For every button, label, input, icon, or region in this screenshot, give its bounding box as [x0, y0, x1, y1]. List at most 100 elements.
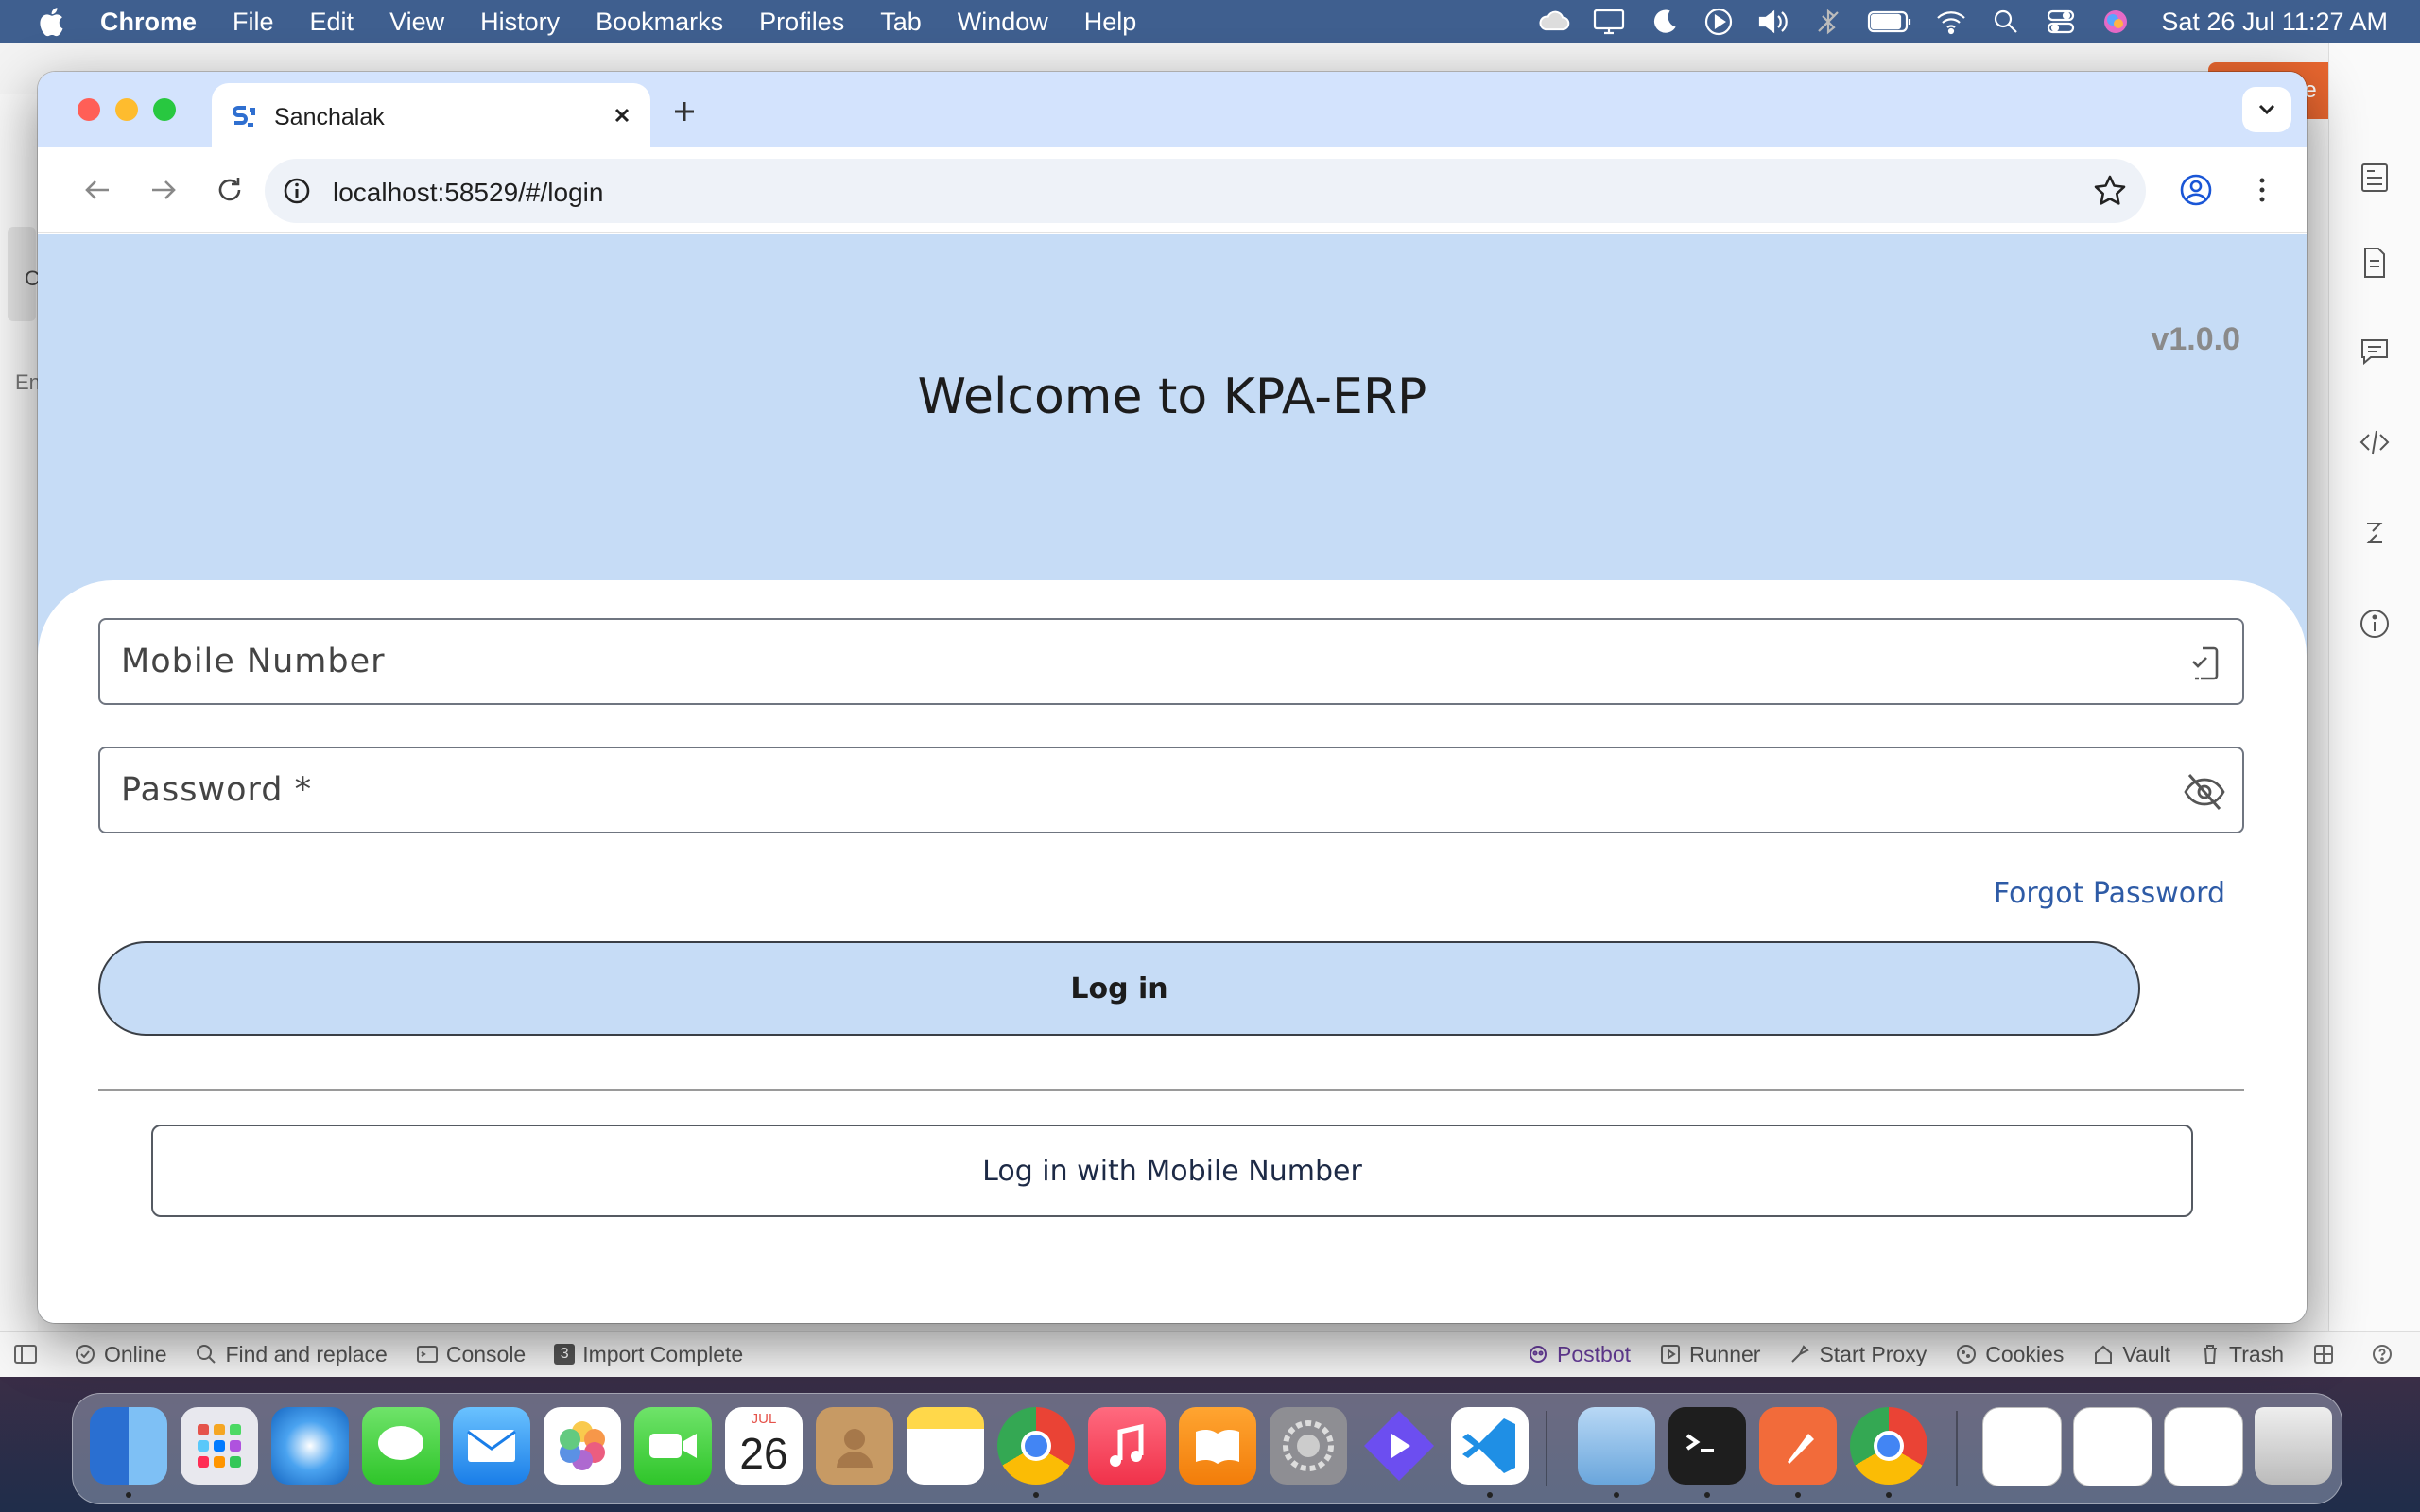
menu-bar: Chrome File Edit View History Bookmarks …	[0, 0, 2420, 43]
postman-icon[interactable]	[1759, 1407, 1837, 1485]
menu-profiles[interactable]: Profiles	[759, 8, 844, 37]
code-icon[interactable]	[2358, 425, 2392, 459]
status-cookies[interactable]: Cookies	[1955, 1342, 2064, 1367]
menu-history[interactable]: History	[480, 8, 560, 37]
mail-icon[interactable]	[453, 1407, 530, 1485]
site-info-icon[interactable]	[280, 174, 314, 208]
menu-bookmarks[interactable]: Bookmarks	[596, 8, 723, 37]
menu-edit[interactable]: Edit	[310, 8, 354, 37]
status-runner-label: Runner	[1689, 1341, 1761, 1366]
status-console[interactable]: Console	[416, 1342, 526, 1367]
new-tab-icon[interactable]	[667, 94, 701, 129]
photos-icon[interactable]	[544, 1407, 621, 1485]
volume-icon[interactable]	[1756, 5, 1790, 39]
forward-icon[interactable]	[142, 168, 185, 212]
menu-help[interactable]: Help	[1084, 8, 1137, 37]
status-find-replace[interactable]: Find and replace	[195, 1341, 388, 1367]
status-vault[interactable]: Vault	[2092, 1342, 2170, 1367]
tab-search-button[interactable]	[2242, 87, 2291, 132]
forgot-password-link[interactable]: Forgot Password	[1994, 877, 2225, 910]
menu-file[interactable]: File	[233, 8, 274, 37]
trash-icon[interactable]	[2255, 1407, 2332, 1485]
battery-icon[interactable]	[1866, 5, 1913, 39]
status-start-proxy[interactable]: Start Proxy	[1789, 1342, 1927, 1367]
menu-tab[interactable]: Tab	[880, 8, 922, 37]
toggle-sidebar-icon[interactable]	[13, 1343, 45, 1366]
safari-icon[interactable]	[271, 1407, 349, 1485]
cloud-icon[interactable]	[1537, 5, 1571, 39]
info-icon[interactable]	[2358, 607, 2392, 641]
zoom-window-button[interactable]	[153, 98, 176, 121]
status-start-proxy-label: Start Proxy	[1819, 1341, 1927, 1366]
login-with-mobile-button[interactable]: Log in with Mobile Number	[151, 1125, 2193, 1217]
wifi-icon[interactable]	[1934, 5, 1968, 39]
calendar-icon[interactable]: JUL 26	[725, 1407, 803, 1485]
facetime-icon[interactable]	[634, 1407, 712, 1485]
status-trash[interactable]: Trash	[2199, 1342, 2284, 1367]
status-find-replace-label: Find and replace	[225, 1341, 388, 1366]
menu-view[interactable]: View	[389, 8, 444, 37]
music-icon[interactable]	[1088, 1407, 1166, 1485]
notes-icon[interactable]	[907, 1407, 984, 1485]
document-thumbnail-icon[interactable]	[2164, 1407, 2243, 1486]
chrome-icon[interactable]	[997, 1407, 1075, 1485]
page-title: Welcome to KPA-ERP	[917, 369, 1427, 425]
mobile-number-field[interactable]: Mobile Number	[98, 618, 2244, 705]
login-button[interactable]: Log in	[98, 941, 2140, 1036]
reload-icon[interactable]	[208, 168, 251, 212]
login-card: Mobile Number Password * Forgot Password…	[38, 580, 2307, 1323]
comment-icon[interactable]	[2358, 335, 2392, 369]
documentation-icon[interactable]	[2358, 161, 2392, 195]
control-center-icon[interactable]	[2044, 5, 2078, 39]
terminal-icon[interactable]	[1668, 1407, 1746, 1485]
status-postbot[interactable]: Postbot	[1527, 1342, 1631, 1367]
books-icon[interactable]	[1179, 1407, 1256, 1485]
help-icon[interactable]	[2371, 1343, 2401, 1366]
display-icon[interactable]	[1592, 5, 1626, 39]
messages-icon[interactable]	[362, 1407, 440, 1485]
linear-app-icon[interactable]	[1360, 1407, 1438, 1485]
document-icon[interactable]	[2358, 246, 2392, 280]
minimize-window-button[interactable]	[115, 98, 138, 121]
contacts-icon[interactable]	[816, 1407, 893, 1485]
background-right-rail	[2328, 43, 2420, 1348]
dock-separator	[1546, 1411, 1547, 1486]
dock: JUL 26	[72, 1393, 2342, 1504]
document-thumbnail-icon[interactable]	[2073, 1407, 2152, 1486]
close-window-button[interactable]	[78, 98, 100, 121]
more-menu-icon[interactable]	[2240, 168, 2284, 212]
url-text[interactable]: localhost:58529/#/login	[333, 178, 603, 208]
close-tab-icon[interactable]	[607, 100, 637, 130]
system-settings-icon[interactable]	[1270, 1407, 1347, 1485]
transform-icon[interactable]	[2358, 516, 2392, 550]
status-import[interactable]: 3 Import Complete	[554, 1342, 743, 1367]
play-icon[interactable]	[1702, 5, 1736, 39]
document-thumbnail-icon[interactable]	[1982, 1407, 2062, 1486]
preview-icon[interactable]	[1578, 1407, 1655, 1485]
launchpad-icon[interactable]	[181, 1407, 258, 1485]
siri-icon[interactable]	[2099, 5, 2133, 39]
menu-clock[interactable]: Sat 26 Jul 11:27 AM	[2161, 8, 2388, 37]
vscode-icon[interactable]	[1451, 1407, 1529, 1485]
mobile-number-placeholder: Mobile Number	[121, 643, 386, 680]
address-bar[interactable]: localhost:58529/#/login	[265, 159, 2146, 223]
running-indicator	[1487, 1492, 1493, 1498]
apple-icon[interactable]	[36, 5, 70, 39]
spotlight-search-icon[interactable]	[1989, 5, 2023, 39]
profile-icon[interactable]	[2174, 168, 2218, 212]
browser-tab[interactable]: Sanchalak	[212, 83, 650, 149]
moon-icon[interactable]	[1647, 5, 1681, 39]
back-icon[interactable]	[76, 168, 119, 212]
password-field[interactable]: Password *	[98, 747, 2244, 833]
menu-app-name[interactable]: Chrome	[100, 8, 197, 37]
bookmark-star-icon[interactable]	[2091, 172, 2129, 210]
status-online[interactable]: Online	[74, 1342, 166, 1367]
finder-icon[interactable]	[90, 1407, 167, 1485]
layout-icon[interactable]	[2312, 1343, 2342, 1366]
tab-title: Sanchalak	[274, 104, 385, 130]
chrome-alt-icon[interactable]	[1850, 1407, 1927, 1485]
eye-off-icon[interactable]	[2182, 769, 2227, 815]
menu-window[interactable]: Window	[958, 8, 1048, 37]
status-runner[interactable]: Runner	[1659, 1342, 1760, 1367]
bluetooth-off-icon[interactable]	[1811, 5, 1845, 39]
